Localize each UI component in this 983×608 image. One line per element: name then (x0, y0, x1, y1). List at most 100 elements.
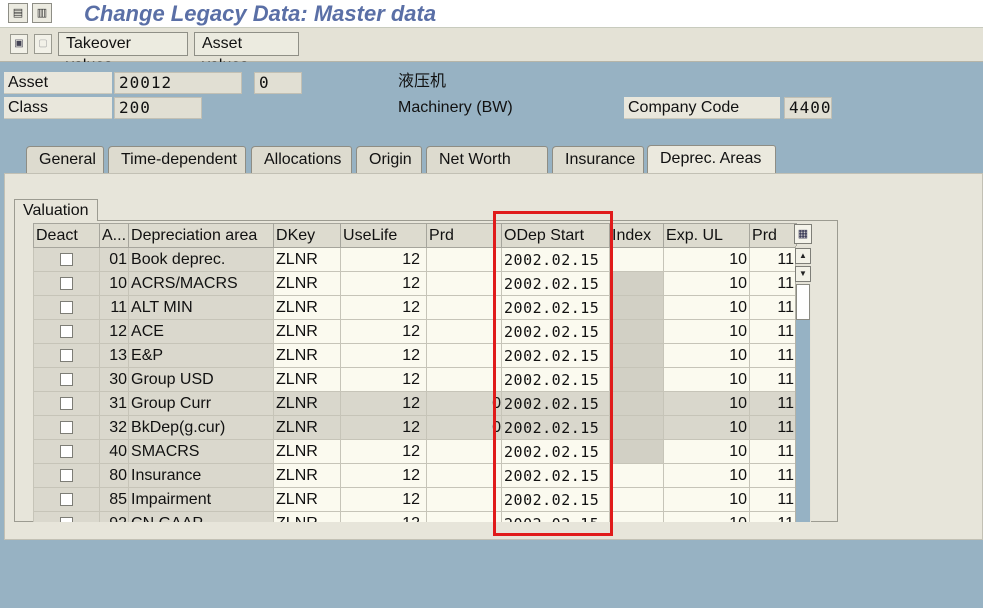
table-row[interactable]: 11 ALT MIN ZLNR 12 2002.02.15 10 11 (33, 295, 798, 320)
row-prd-2-field[interactable]: 11 (749, 439, 798, 464)
row-dkey-field[interactable]: ZLNR (273, 415, 342, 440)
tab-time-dependent[interactable]: Time-dependent (108, 146, 246, 173)
deact-checkbox-box[interactable] (60, 276, 73, 290)
deact-checkbox[interactable] (33, 367, 100, 392)
column-header-area-number[interactable]: A... (98, 223, 130, 248)
class-field[interactable]: 200 (114, 97, 202, 119)
row-uselife-field[interactable]: 12 (340, 439, 428, 464)
deact-checkbox-box[interactable] (60, 516, 73, 522)
tab-general[interactable]: General (26, 146, 104, 173)
row-prd-field[interactable] (426, 463, 503, 488)
table-row[interactable]: 80 Insurance ZLNR 12 2002.02.15 10 11 (33, 463, 798, 488)
row-uselife-field[interactable]: 12 (340, 295, 428, 320)
table-settings-icon[interactable]: ▦ (794, 224, 812, 244)
deact-checkbox[interactable] (33, 319, 100, 344)
row-exp-ul-field[interactable]: 10 (663, 415, 751, 440)
tab-deprec-areas[interactable]: Deprec. Areas (647, 145, 776, 174)
deact-checkbox-box[interactable] (60, 492, 73, 506)
row-uselife-field[interactable]: 12 (340, 319, 428, 344)
row-index-field[interactable] (609, 463, 665, 488)
row-uselife-field[interactable]: 12 (340, 463, 428, 488)
row-prd-2-field[interactable]: 11 (749, 511, 798, 522)
row-prd-2-field[interactable]: 11 (749, 391, 798, 416)
tab-net-worth-tax[interactable]: Net Worth Tax (426, 146, 548, 194)
row-exp-ul-field[interactable]: 10 (663, 511, 751, 522)
row-dkey-field[interactable]: ZLNR (273, 487, 342, 512)
deact-checkbox[interactable] (33, 343, 100, 368)
row-exp-ul-field[interactable]: 10 (663, 295, 751, 320)
asset-number-field[interactable]: 20012 (114, 72, 242, 94)
row-prd-2-field[interactable]: 11 (749, 319, 798, 344)
row-uselife-field[interactable]: 12 (340, 247, 428, 272)
row-uselife-field[interactable]: 12 (340, 271, 428, 296)
row-exp-ul-field[interactable]: 10 (663, 463, 751, 488)
row-exp-ul-field[interactable]: 10 (663, 367, 751, 392)
system-menu-icon[interactable]: ▤ (8, 3, 28, 23)
row-exp-ul-field[interactable]: 10 (663, 439, 751, 464)
deact-checkbox[interactable] (33, 271, 100, 296)
deact-checkbox[interactable] (33, 295, 100, 320)
takeover-values-button[interactable]: Takeover values (58, 32, 188, 74)
table-row[interactable]: 31 Group Curr ZLNR 12 0 2002.02.15 10 11 (33, 391, 798, 416)
row-dkey-field[interactable]: ZLNR (273, 271, 342, 296)
row-exp-ul-field[interactable]: 10 (663, 343, 751, 368)
row-prd-field[interactable] (426, 247, 503, 272)
deact-checkbox[interactable] (33, 439, 100, 464)
row-prd-2-field[interactable]: 11 (749, 343, 798, 368)
table-row[interactable]: 13 E&P ZLNR 12 2002.02.15 10 11 (33, 343, 798, 368)
row-prd-2-field[interactable]: 11 (749, 367, 798, 392)
row-uselife-field[interactable]: 12 (340, 415, 428, 440)
tab-allocations[interactable]: Allocations (251, 146, 352, 173)
table-row[interactable]: 01 Book deprec. ZLNR 12 2002.02.15 10 11 (33, 247, 798, 272)
table-row[interactable]: 30 Group USD ZLNR 12 2002.02.15 10 11 (33, 367, 798, 392)
row-prd-field[interactable] (426, 487, 503, 512)
row-dkey-field[interactable]: ZLNR (273, 247, 342, 272)
row-exp-ul-field[interactable]: 10 (663, 247, 751, 272)
deact-checkbox-box[interactable] (60, 396, 73, 410)
deact-checkbox[interactable] (33, 463, 100, 488)
table-row[interactable]: 12 ACE ZLNR 12 2002.02.15 10 11 (33, 319, 798, 344)
asset-subnumber-field[interactable]: 0 (254, 72, 302, 94)
row-exp-ul-field[interactable]: 10 (663, 391, 751, 416)
deact-checkbox[interactable] (33, 391, 100, 416)
row-index-field[interactable] (609, 247, 665, 272)
deact-checkbox[interactable] (33, 511, 100, 522)
tab-origin[interactable]: Origin (356, 146, 422, 173)
column-header-depreciation-area[interactable]: Depreciation area (128, 223, 275, 248)
table-row[interactable]: 92CN GAAPZLNR122002.02.151011 (33, 511, 798, 522)
row-index-field[interactable] (609, 367, 665, 392)
row-index-field[interactable] (609, 487, 665, 512)
column-header-exp-ul[interactable]: Exp. UL (663, 223, 751, 248)
row-prd-2-field[interactable]: 11 (749, 271, 798, 296)
deact-checkbox[interactable] (33, 247, 100, 272)
column-header-index[interactable]: Index (609, 223, 665, 248)
row-prd-field[interactable]: 0 (426, 415, 503, 440)
row-dkey-field[interactable]: ZLNR (273, 439, 342, 464)
deact-checkbox[interactable] (33, 487, 100, 512)
row-uselife-field[interactable]: 12 (340, 487, 428, 512)
row-index-field[interactable] (609, 391, 665, 416)
table-row[interactable]: 32 BkDep(g.cur) ZLNR 12 0 2002.02.15 10 11 (33, 415, 798, 440)
scroll-down-icon[interactable]: ▼ (795, 266, 811, 282)
row-index-field[interactable] (609, 271, 665, 296)
row-uselife-field[interactable]: 12 (340, 367, 428, 392)
company-code-field[interactable]: 4400 (784, 97, 832, 119)
asset-values-button[interactable]: Asset values (194, 32, 299, 74)
row-prd-field[interactable] (426, 319, 503, 344)
row-index-field[interactable] (609, 439, 665, 464)
row-dkey-field[interactable]: ZLNR (273, 463, 342, 488)
row-prd-field[interactable] (426, 295, 503, 320)
row-dkey-field[interactable]: ZLNR (273, 343, 342, 368)
row-exp-ul-field[interactable]: 10 (663, 271, 751, 296)
row-prd-2-field[interactable]: 11 (749, 487, 798, 512)
row-prd-2-field[interactable]: 11 (749, 247, 798, 272)
column-header-prd[interactable]: Prd (426, 223, 503, 248)
row-prd-2-field[interactable]: 11 (749, 415, 798, 440)
row-index-field[interactable] (609, 511, 665, 522)
row-index-field[interactable] (609, 415, 665, 440)
row-dkey-field[interactable]: ZLNR (273, 367, 342, 392)
deact-checkbox-box[interactable] (60, 348, 73, 362)
scroll-up-icon[interactable]: ▲ (795, 248, 811, 264)
deact-checkbox-box[interactable] (60, 252, 73, 266)
tab-insurance[interactable]: Insurance (552, 146, 644, 173)
